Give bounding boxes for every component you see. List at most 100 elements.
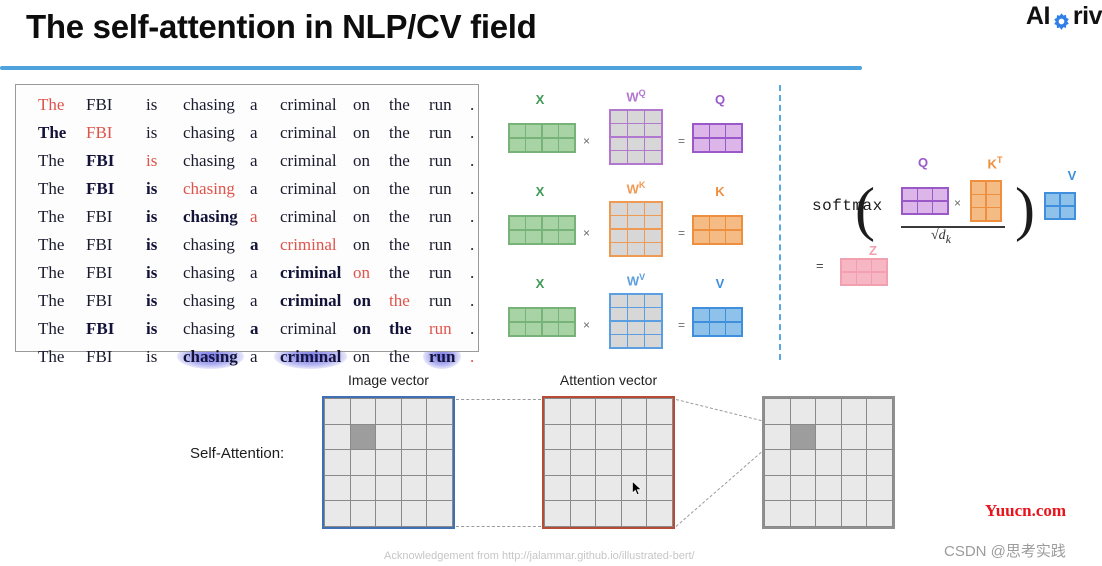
pixel-grid-cell[interactable] <box>816 450 841 475</box>
formula-matrix-z <box>840 258 888 286</box>
pixel-grid-cell[interactable] <box>765 450 790 475</box>
pixel-grid-cell[interactable] <box>570 475 596 501</box>
pixel-grid-cell[interactable] <box>867 399 892 424</box>
pixel-grid-cell[interactable] <box>325 475 350 501</box>
pixel-grid-cell[interactable] <box>647 475 672 501</box>
pixel-grid-cell[interactable] <box>427 475 452 501</box>
pixel-grid-cell[interactable] <box>545 399 570 424</box>
pixel-grid-cell[interactable] <box>570 424 596 450</box>
pixel-grid-cell[interactable] <box>867 501 892 526</box>
sentence-word: a <box>250 179 258 198</box>
pixel-grid-cell[interactable] <box>621 450 647 475</box>
formula-label-v: V <box>1067 168 1077 183</box>
matrix-cell <box>611 111 627 123</box>
pixel-grid-cell[interactable] <box>790 501 816 526</box>
sentence-word: FBI <box>86 235 113 254</box>
pixel-grid-cell[interactable] <box>647 424 672 450</box>
sentence-word: run <box>429 263 452 282</box>
pixel-grid-cell[interactable] <box>841 399 867 424</box>
pixel-grid-cell[interactable] <box>325 399 350 424</box>
pixel-grid-cell[interactable] <box>427 450 452 475</box>
pixel-grid-cell[interactable] <box>816 475 841 501</box>
pixel-grid-cell[interactable] <box>376 399 401 424</box>
pixel-grid-cell[interactable] <box>596 475 621 501</box>
sentence-word: FBI <box>86 207 113 226</box>
formula-label-q: Q <box>917 155 929 170</box>
pixel-grid-cell[interactable] <box>350 475 376 501</box>
pixel-grid-cell[interactable] <box>545 475 570 501</box>
matrix-cell <box>542 230 558 243</box>
sentence-row: The FBI is chasing a criminal on the run. <box>26 287 474 315</box>
sentence-attention-panel: The FBI is chasing a criminal on the run. The FBI i… <box>15 84 479 369</box>
pixel-grid-cell[interactable] <box>376 424 401 450</box>
pixel-grid-cell[interactable] <box>401 501 427 526</box>
pixel-grid-cell[interactable] <box>376 450 401 475</box>
pixel-grid-cell[interactable] <box>790 475 816 501</box>
pixel-grid-cell[interactable] <box>350 424 376 450</box>
pixel-grid-cell[interactable] <box>621 501 647 526</box>
pixel-grid-cell[interactable] <box>376 501 401 526</box>
pixel-grid-cell[interactable] <box>596 501 621 526</box>
pixel-grid-cell[interactable] <box>350 501 376 526</box>
pixel-grid-cell[interactable] <box>350 450 376 475</box>
pixel-grid-cell[interactable] <box>647 501 672 526</box>
pixel-grid-cell[interactable] <box>325 501 350 526</box>
matrix-cell <box>559 230 574 243</box>
pixel-grid-cell[interactable] <box>841 450 867 475</box>
pixel-grid-cell[interactable] <box>841 475 867 501</box>
matrix-cell <box>726 322 741 335</box>
pixel-grid-cell[interactable] <box>790 424 816 450</box>
pixel-grid-cell[interactable] <box>596 399 621 424</box>
pixel-grid-cell[interactable] <box>816 399 841 424</box>
pixel-grid-cell[interactable] <box>816 501 841 526</box>
pixel-grid-cell[interactable] <box>570 399 596 424</box>
pixel-grid-cell[interactable] <box>596 424 621 450</box>
pixel-grid-cell[interactable] <box>647 399 672 424</box>
pixel-grid-cell[interactable] <box>867 450 892 475</box>
pixel-grid-cell[interactable] <box>401 475 427 501</box>
pixel-grid-cell[interactable] <box>427 399 452 424</box>
pixel-grid-cell[interactable] <box>621 424 647 450</box>
pixel-grid-cell[interactable] <box>765 475 790 501</box>
pixel-grid-cell[interactable] <box>325 424 350 450</box>
pixel-grid-cell[interactable] <box>647 450 672 475</box>
connector-top-2 <box>675 399 762 421</box>
pixel-grid[interactable] <box>322 396 455 529</box>
pixel-grid-cell[interactable] <box>596 450 621 475</box>
pixel-grid-cell[interactable] <box>790 399 816 424</box>
pixel-grid-cell[interactable] <box>765 399 790 424</box>
pixel-grid-cell[interactable] <box>867 424 892 450</box>
sentence-word: is <box>146 95 158 114</box>
matrix-cell <box>559 322 574 335</box>
pixel-grid-cell[interactable] <box>570 450 596 475</box>
pixel-grid-cell[interactable] <box>401 450 427 475</box>
pixel-grid-cell[interactable] <box>816 424 841 450</box>
matrix-cell <box>1046 206 1060 218</box>
pixel-grid[interactable] <box>542 396 675 529</box>
pixel-grid-cell[interactable] <box>401 399 427 424</box>
pixel-grid-cell[interactable] <box>545 424 570 450</box>
sqrt-k-subscript: k <box>945 232 951 246</box>
pixel-grid-cell[interactable] <box>765 501 790 526</box>
pixel-grid-cell[interactable] <box>376 475 401 501</box>
pixel-grid-cell[interactable] <box>790 450 816 475</box>
matrix-cell <box>857 272 871 284</box>
pixel-grid-cell[interactable] <box>841 424 867 450</box>
matrix-cell <box>526 138 542 151</box>
pixel-grid[interactable] <box>762 396 895 529</box>
pixel-grid-cell[interactable] <box>325 450 350 475</box>
pixel-grid-cell[interactable] <box>401 424 427 450</box>
sentence-word: The <box>38 319 65 338</box>
pixel-grid-cell[interactable] <box>350 399 376 424</box>
pixel-grid-cell[interactable] <box>621 399 647 424</box>
pixel-grid-cell[interactable] <box>570 501 596 526</box>
matrix-cell <box>710 217 725 230</box>
pixel-grid-cell[interactable] <box>841 501 867 526</box>
pixel-grid-cell[interactable] <box>427 424 452 450</box>
pixel-grid-cell[interactable] <box>867 475 892 501</box>
matrix-w <box>609 109 663 165</box>
pixel-grid-cell[interactable] <box>545 501 570 526</box>
pixel-grid-cell[interactable] <box>427 501 452 526</box>
pixel-grid-cell[interactable] <box>545 450 570 475</box>
pixel-grid-cell[interactable] <box>765 424 790 450</box>
